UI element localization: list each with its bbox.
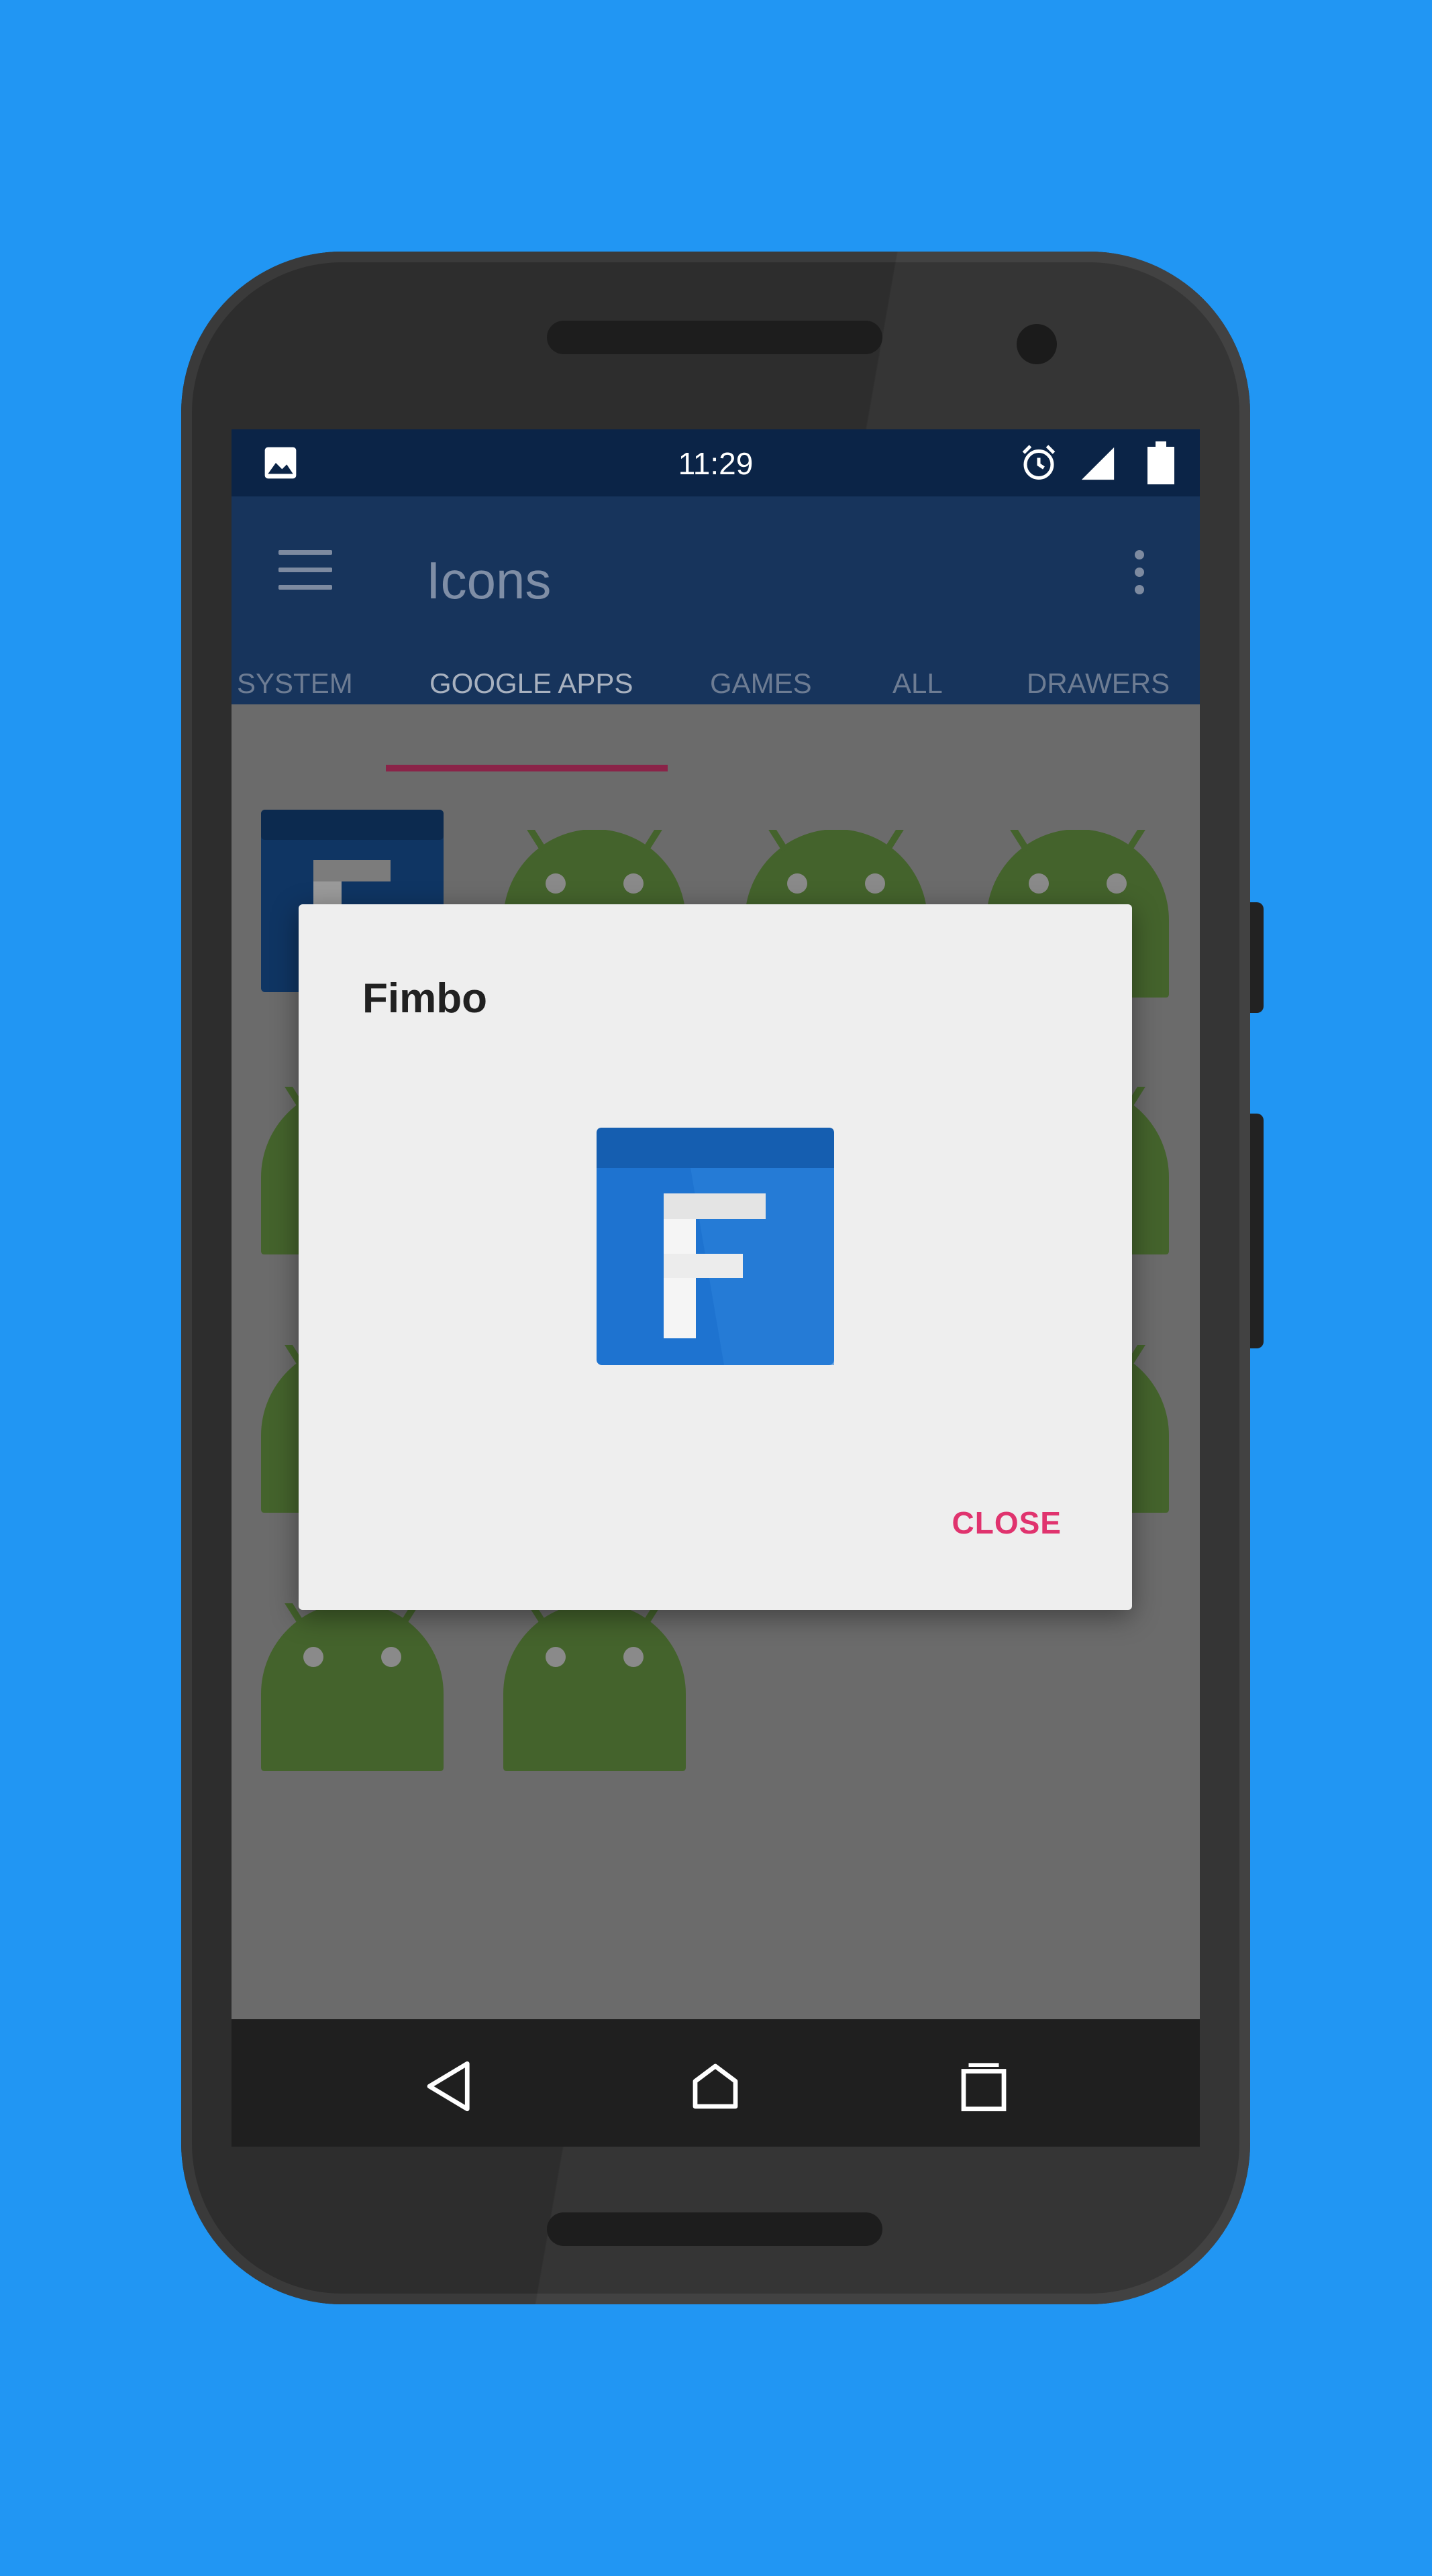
- volume-button: [1250, 902, 1264, 1013]
- back-icon[interactable]: [419, 2056, 480, 2116]
- hamburger-menu-icon[interactable]: [278, 550, 332, 590]
- battery-icon: [1147, 441, 1174, 484]
- bottom-speaker: [547, 2212, 882, 2246]
- grid-item-android[interactable]: [503, 1583, 686, 1771]
- tab-games[interactable]: GAMES: [710, 667, 812, 700]
- tab-google-apps[interactable]: GOOGLE APPS: [429, 667, 633, 700]
- power-button: [1250, 1114, 1264, 1348]
- earpiece-speaker: [547, 321, 882, 354]
- close-button[interactable]: CLOSE: [952, 1505, 1062, 1541]
- alarm-icon: [1022, 445, 1056, 480]
- grid-item-android[interactable]: [261, 1583, 444, 1771]
- icon-dialog: Fimbo CLOSE: [299, 904, 1132, 1610]
- app-bar: Icons SYSTEM GOOGLE APPS GAMES ALL DRAWE…: [232, 496, 1200, 704]
- tab-drawers[interactable]: DRAWERS: [1027, 667, 1170, 700]
- front-camera: [1017, 324, 1057, 364]
- status-bar: 11:29: [232, 429, 1200, 496]
- dialog-title: Fimbo: [362, 975, 487, 1022]
- page-title: Icons: [426, 551, 552, 610]
- navigation-bar: [232, 2019, 1200, 2147]
- more-vert-icon[interactable]: [1133, 550, 1146, 597]
- tab-bar: SYSTEM GOOGLE APPS GAMES ALL DRAWERS: [232, 667, 1200, 704]
- fimbo-app-icon: [597, 1128, 834, 1365]
- tab-indicator: [386, 765, 668, 771]
- tab-all[interactable]: ALL: [892, 667, 943, 700]
- recents-icon[interactable]: [954, 2056, 1014, 2116]
- signal-icon: [1081, 447, 1115, 480]
- android-icon: [503, 1603, 686, 1771]
- home-icon[interactable]: [685, 2056, 746, 2116]
- android-icon: [261, 1603, 444, 1771]
- tab-system[interactable]: SYSTEM: [237, 667, 353, 700]
